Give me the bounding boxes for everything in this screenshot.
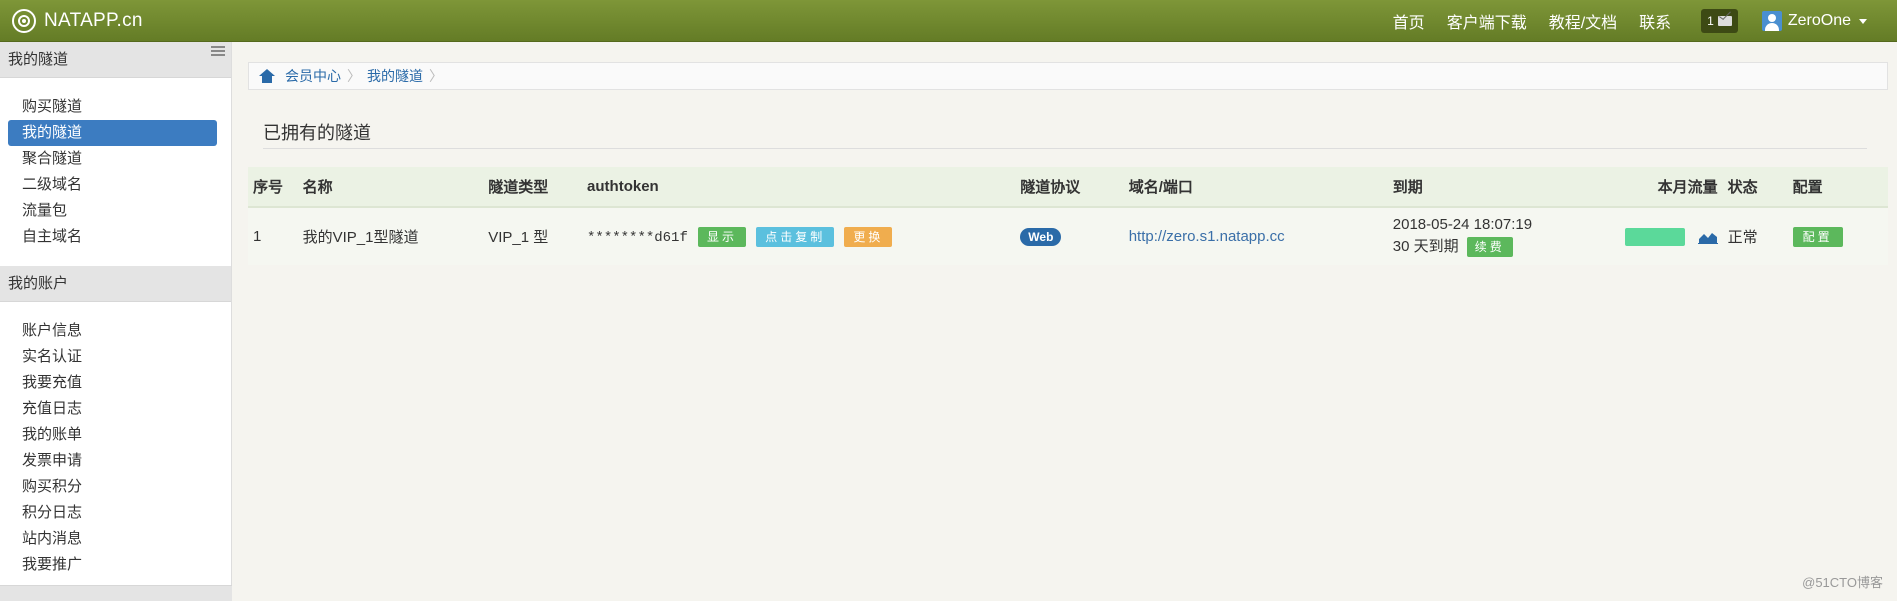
column-header: 隧道协议: [1015, 167, 1124, 208]
username: ZeroOne: [1787, 12, 1851, 29]
sidebar-item-my-tunnels[interactable]: 我的隧道: [8, 120, 217, 146]
expire-days: 30 天到期: [1392, 238, 1459, 255]
sidebar-section-tunnels: 我的隧道: [0, 42, 231, 78]
cell-authtoken: ********d61f 显示 点击复制 更换: [582, 207, 1016, 265]
messages-button[interactable]: 1: [1701, 9, 1738, 33]
mail-icon: [1717, 16, 1732, 26]
sidebar-item-custom-domain[interactable]: 自主域名: [8, 224, 217, 250]
nav-link-download[interactable]: 客户端下载: [1447, 9, 1527, 33]
nav-link-docs[interactable]: 教程/文档: [1549, 9, 1617, 33]
caret-down-icon: [1859, 18, 1867, 24]
sidebar-section-account: 我的账户: [0, 266, 231, 302]
domain-link[interactable]: http://zero.s1.natapp.cc: [1129, 228, 1285, 245]
sidebar-item-points-log[interactable]: 积分日志: [8, 500, 217, 526]
sidebar-footer: [0, 585, 232, 601]
home-icon[interactable]: [259, 69, 275, 83]
logo-icon: [12, 8, 36, 33]
cell-config: 配置: [1787, 207, 1888, 265]
sidebar-item-invoice[interactable]: 发票申请: [8, 448, 217, 474]
sidebar-item-recharge-log[interactable]: 充值日志: [8, 396, 217, 422]
tunnel-table: 序号 名称 隧道类型 authtoken 隧道协议 域名/端口 到期 本月流量 …: [248, 167, 1888, 265]
watermark: @51CTO博客: [1802, 575, 1883, 590]
sidebar-list-account: 账户信息 实名认证 我要充值 充值日志 我的账单 发票申请 购买积分 积分日志 …: [0, 302, 231, 594]
protocol-badge: Web: [1020, 227, 1062, 246]
main-content: 会员中心 〉 我的隧道 〉 已拥有的隧道 序号 名称 隧道类型 authtoke…: [233, 42, 1897, 601]
brand-name: NATAPP.cn: [44, 9, 143, 31]
sidebar-item-messages[interactable]: 站内消息: [8, 526, 217, 552]
renew-button[interactable]: 续费: [1466, 237, 1513, 257]
authtoken-value: ********d61f: [587, 229, 688, 246]
column-header: 本月流量: [1620, 167, 1723, 208]
sidebar-section-title: 我的隧道: [8, 51, 69, 68]
breadcrumb-member-center[interactable]: 会员中心: [285, 66, 341, 86]
cell-expire: 2018-05-24 18:07:19 30 天到期 续费: [1387, 207, 1621, 265]
breadcrumb-separator: 〉: [429, 68, 443, 84]
nav-link-home[interactable]: 首页: [1393, 9, 1425, 33]
breadcrumb-my-tunnels[interactable]: 我的隧道: [367, 66, 423, 86]
sidebar-section-title: 我的账户: [8, 275, 69, 292]
copy-token-button[interactable]: 点击复制: [756, 226, 835, 247]
sidebar-item-verification[interactable]: 实名认证: [8, 344, 217, 370]
nav-right: 首页 客户端下载 教程/文档 联系 1 ZeroOne: [1393, 0, 1897, 42]
cell-status: 正常: [1722, 207, 1788, 265]
sidebar-item-traffic-pack[interactable]: 流量包: [8, 198, 217, 224]
user-menu[interactable]: ZeroOne: [1761, 11, 1867, 31]
column-header: 名称: [297, 167, 484, 208]
sidebar-item-buy-tunnel[interactable]: 购买隧道: [8, 94, 217, 120]
cell-name: 我的VIP_1型隧道: [297, 207, 484, 265]
table-header-row: 序号 名称 隧道类型 authtoken 隧道协议 域名/端口 到期 本月流量 …: [248, 167, 1888, 208]
sidebar-item-promote[interactable]: 我要推广: [8, 552, 217, 578]
expire-date: 2018-05-24 18:07:19: [1392, 216, 1533, 233]
show-token-button[interactable]: 显示: [698, 226, 747, 247]
column-header: 配置: [1787, 167, 1888, 208]
cell-traffic: [1620, 207, 1723, 265]
column-header: 状态: [1722, 167, 1788, 208]
sidebar: 我的隧道 购买隧道 我的隧道 聚合隧道 二级域名 流量包 自主域名 我的账户 账…: [0, 42, 232, 601]
area-chart-icon[interactable]: [1697, 230, 1718, 244]
breadcrumb: 会员中心 〉 我的隧道 〉: [248, 62, 1888, 90]
message-count: 1: [1707, 14, 1714, 28]
user-icon: [1761, 11, 1782, 31]
sidebar-item-subdomain[interactable]: 二级域名: [8, 172, 217, 198]
column-header: 到期: [1387, 167, 1621, 208]
sidebar-item-recharge[interactable]: 我要充值: [8, 370, 217, 396]
config-button[interactable]: 配置: [1792, 226, 1843, 247]
sidebar-item-bills[interactable]: 我的账单: [8, 422, 217, 448]
change-token-button[interactable]: 更换: [844, 226, 893, 247]
breadcrumb-separator: 〉: [347, 68, 361, 84]
cell-protocol: Web: [1015, 207, 1124, 265]
page-title: 已拥有的隧道: [263, 119, 1867, 149]
column-header: 域名/端口: [1123, 167, 1388, 208]
traffic-bar: [1625, 227, 1686, 246]
cell-index: 1: [248, 207, 298, 265]
column-header: 隧道类型: [483, 167, 583, 208]
table-row: 1 我的VIP_1型隧道 VIP_1 型 ********d61f 显示 点击复…: [248, 207, 1888, 265]
cell-domain: http://zero.s1.natapp.cc: [1123, 207, 1388, 265]
sidebar-item-buy-points[interactable]: 购买积分: [8, 474, 217, 500]
sidebar-item-account-info[interactable]: 账户信息: [8, 318, 217, 344]
sidebar-item-aggregate-tunnels[interactable]: 聚合隧道: [8, 146, 217, 172]
column-header: 序号: [248, 167, 298, 208]
column-header: authtoken: [582, 167, 1016, 208]
sidebar-collapse-icon[interactable]: [211, 46, 225, 56]
sidebar-list-tunnels: 购买隧道 我的隧道 聚合隧道 二级域名 流量包 自主域名: [0, 78, 231, 266]
top-navbar: NATAPP.cn 首页 客户端下载 教程/文档 联系 1 ZeroOne: [0, 0, 1897, 42]
cell-type: VIP_1 型: [483, 207, 583, 265]
nav-link-contact[interactable]: 联系: [1639, 9, 1671, 33]
brand[interactable]: NATAPP.cn: [12, 8, 143, 33]
